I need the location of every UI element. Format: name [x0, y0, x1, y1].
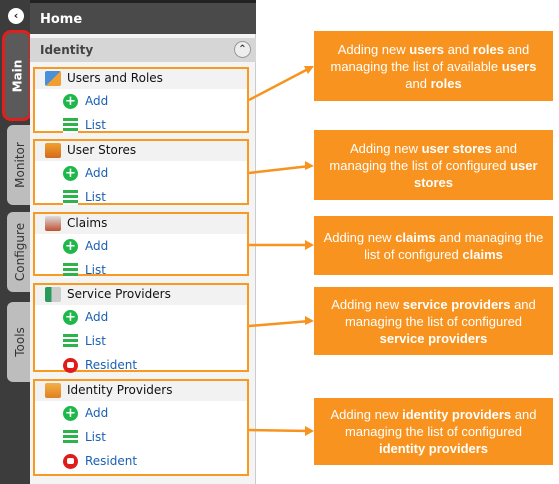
arrows [248, 66, 314, 436]
arrow-4 [248, 319, 311, 328]
arrow-2 [248, 164, 311, 175]
arrowhead-5 [305, 426, 314, 436]
arrowhead-4 [305, 316, 314, 325]
arrowhead-3 [305, 240, 314, 250]
arrow-1 [248, 66, 311, 102]
arrow-5 [248, 428, 311, 433]
arrowhead-2 [305, 161, 314, 170]
